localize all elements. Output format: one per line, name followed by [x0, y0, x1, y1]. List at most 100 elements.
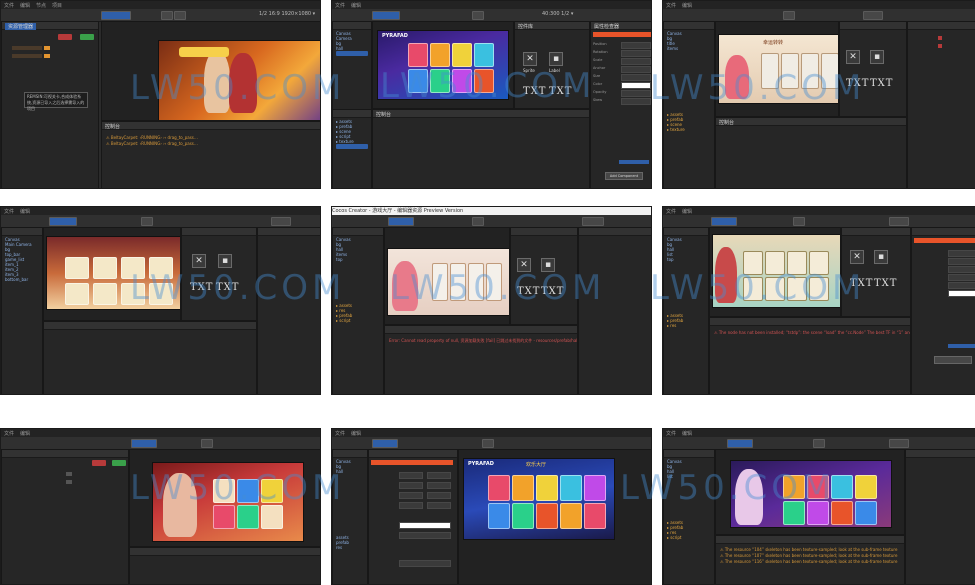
preview-button[interactable]	[889, 217, 909, 226]
prop-input[interactable]	[621, 42, 651, 49]
prop-input[interactable]	[621, 98, 651, 105]
scene-tab[interactable]	[727, 439, 753, 448]
richtext-widget-icon[interactable]: TXT	[874, 278, 897, 289]
sprite-icon[interactable]: ✕	[192, 254, 206, 268]
richtext-widget-icon[interactable]: TXT	[549, 86, 572, 97]
prop-input[interactable]	[621, 50, 651, 57]
toggle-field[interactable]	[619, 160, 649, 164]
tree-node[interactable]: bg	[5, 247, 39, 252]
sprite-icon[interactable]: ✕	[850, 250, 864, 264]
scene-tab[interactable]	[101, 11, 131, 20]
tree-node[interactable]: top_bar	[5, 252, 39, 257]
prop-input[interactable]	[948, 266, 975, 273]
preview-button[interactable]	[889, 439, 909, 448]
play-button[interactable]	[482, 439, 494, 448]
sprite-icon[interactable]: ✕	[523, 52, 537, 66]
orange-toggle[interactable]	[44, 46, 50, 50]
selected-asset[interactable]	[336, 144, 368, 149]
play-button[interactable]	[141, 217, 153, 226]
text-widget-icon[interactable]: TXT	[517, 286, 540, 297]
richtext-widget-icon[interactable]: TXT	[541, 286, 564, 297]
selected-node[interactable]	[336, 51, 368, 56]
red-button[interactable]	[58, 34, 72, 40]
node-name-field[interactable]	[371, 460, 453, 465]
scene-tab[interactable]	[372, 439, 398, 448]
scene-view[interactable]	[715, 449, 905, 535]
preview-button[interactable]	[271, 217, 291, 226]
scene-tab[interactable]	[711, 217, 737, 226]
sprite-icon[interactable]: ✕	[846, 50, 860, 64]
label-widget-icon[interactable]: ▪	[541, 258, 555, 272]
scene-view[interactable]	[101, 21, 320, 121]
label-widget-icon[interactable]: ▪	[218, 254, 232, 268]
play-button[interactable]	[472, 217, 484, 226]
resolution-select[interactable]: 40:300 1/2 ▾	[542, 11, 573, 17]
text-widget-icon[interactable]: TXT	[850, 278, 873, 289]
green-button[interactable]	[112, 460, 126, 466]
prop-input[interactable]	[399, 472, 423, 479]
scene-tab[interactable]	[388, 217, 414, 226]
tree-node[interactable]: Main Camera	[5, 242, 39, 247]
color-swatch[interactable]	[399, 522, 451, 529]
prop-input[interactable]	[427, 472, 451, 479]
prop-input[interactable]	[621, 58, 651, 65]
prop-input[interactable]	[427, 482, 451, 489]
prop-input[interactable]	[948, 274, 975, 281]
label-widget-icon[interactable]: ▪	[549, 52, 563, 66]
prop-input[interactable]	[399, 502, 423, 509]
scene-view[interactable]	[129, 449, 320, 547]
text-widget-icon[interactable]: TXT	[846, 78, 869, 89]
play-button[interactable]	[161, 11, 173, 20]
play-button[interactable]	[783, 11, 795, 20]
panel-tab[interactable]: 资源管理器	[5, 23, 37, 30]
node-name-field[interactable]	[593, 32, 651, 37]
scene-tab[interactable]	[131, 439, 157, 448]
tree-node[interactable]: item_2	[5, 267, 39, 272]
scene-view[interactable]: PYRAFAD	[372, 21, 514, 109]
prop-input[interactable]	[399, 492, 423, 499]
prop-input[interactable]	[399, 532, 451, 539]
prop-input[interactable]	[621, 90, 651, 97]
add-component-button[interactable]	[934, 356, 972, 364]
resolution-select[interactable]: 1/2 16:9 1920×1080 ▾	[259, 11, 315, 17]
preview-button[interactable]	[582, 217, 604, 226]
scene-view[interactable]: 幸运转转	[715, 21, 839, 117]
text-widget-icon[interactable]: TXT	[523, 86, 546, 97]
prop-input[interactable]	[948, 250, 975, 257]
richtext-widget-icon[interactable]: TXT	[870, 78, 893, 89]
green-button[interactable]	[80, 34, 94, 40]
toggle[interactable]	[66, 480, 72, 484]
scene-view[interactable]	[384, 227, 510, 325]
play-button[interactable]	[201, 439, 213, 448]
preview-button[interactable]	[863, 11, 883, 20]
tree-node[interactable]: item_3	[5, 272, 39, 277]
scene-view[interactable]	[709, 227, 841, 317]
scene-tab[interactable]	[372, 11, 400, 20]
red-button[interactable]	[92, 460, 106, 466]
prop-input[interactable]	[399, 482, 423, 489]
prop-input[interactable]	[427, 502, 451, 509]
toggle[interactable]	[66, 472, 72, 476]
richtext-widget-icon[interactable]: TXT	[216, 282, 239, 293]
tree-node[interactable]: bottom_bar	[5, 277, 39, 282]
node-name-field[interactable]	[914, 238, 975, 243]
orange-toggle[interactable]	[44, 54, 50, 58]
sprite-icon[interactable]: ✕	[517, 258, 531, 272]
label-widget-icon[interactable]: ▪	[870, 50, 884, 64]
scene-view[interactable]: PYRAFAD 欢乐大厅	[458, 449, 651, 584]
label-widget-icon[interactable]: ▪	[874, 250, 888, 264]
refresh-button[interactable]	[174, 11, 186, 20]
scene-tab[interactable]	[49, 217, 77, 226]
color-swatch[interactable]	[948, 290, 975, 297]
prop-input[interactable]	[948, 258, 975, 265]
prop-input[interactable]	[948, 282, 975, 289]
prop-input[interactable]	[621, 74, 651, 81]
prop-input[interactable]	[621, 66, 651, 73]
color-swatch[interactable]	[621, 82, 651, 89]
tree-node[interactable]: game_list	[5, 257, 39, 262]
prop-input[interactable]	[427, 492, 451, 499]
add-component-button[interactable]: Add Component	[605, 172, 643, 180]
text-widget-icon[interactable]: TXT	[190, 282, 213, 293]
toggle-field[interactable]	[948, 344, 975, 348]
tree-node[interactable]: item_1	[5, 262, 39, 267]
